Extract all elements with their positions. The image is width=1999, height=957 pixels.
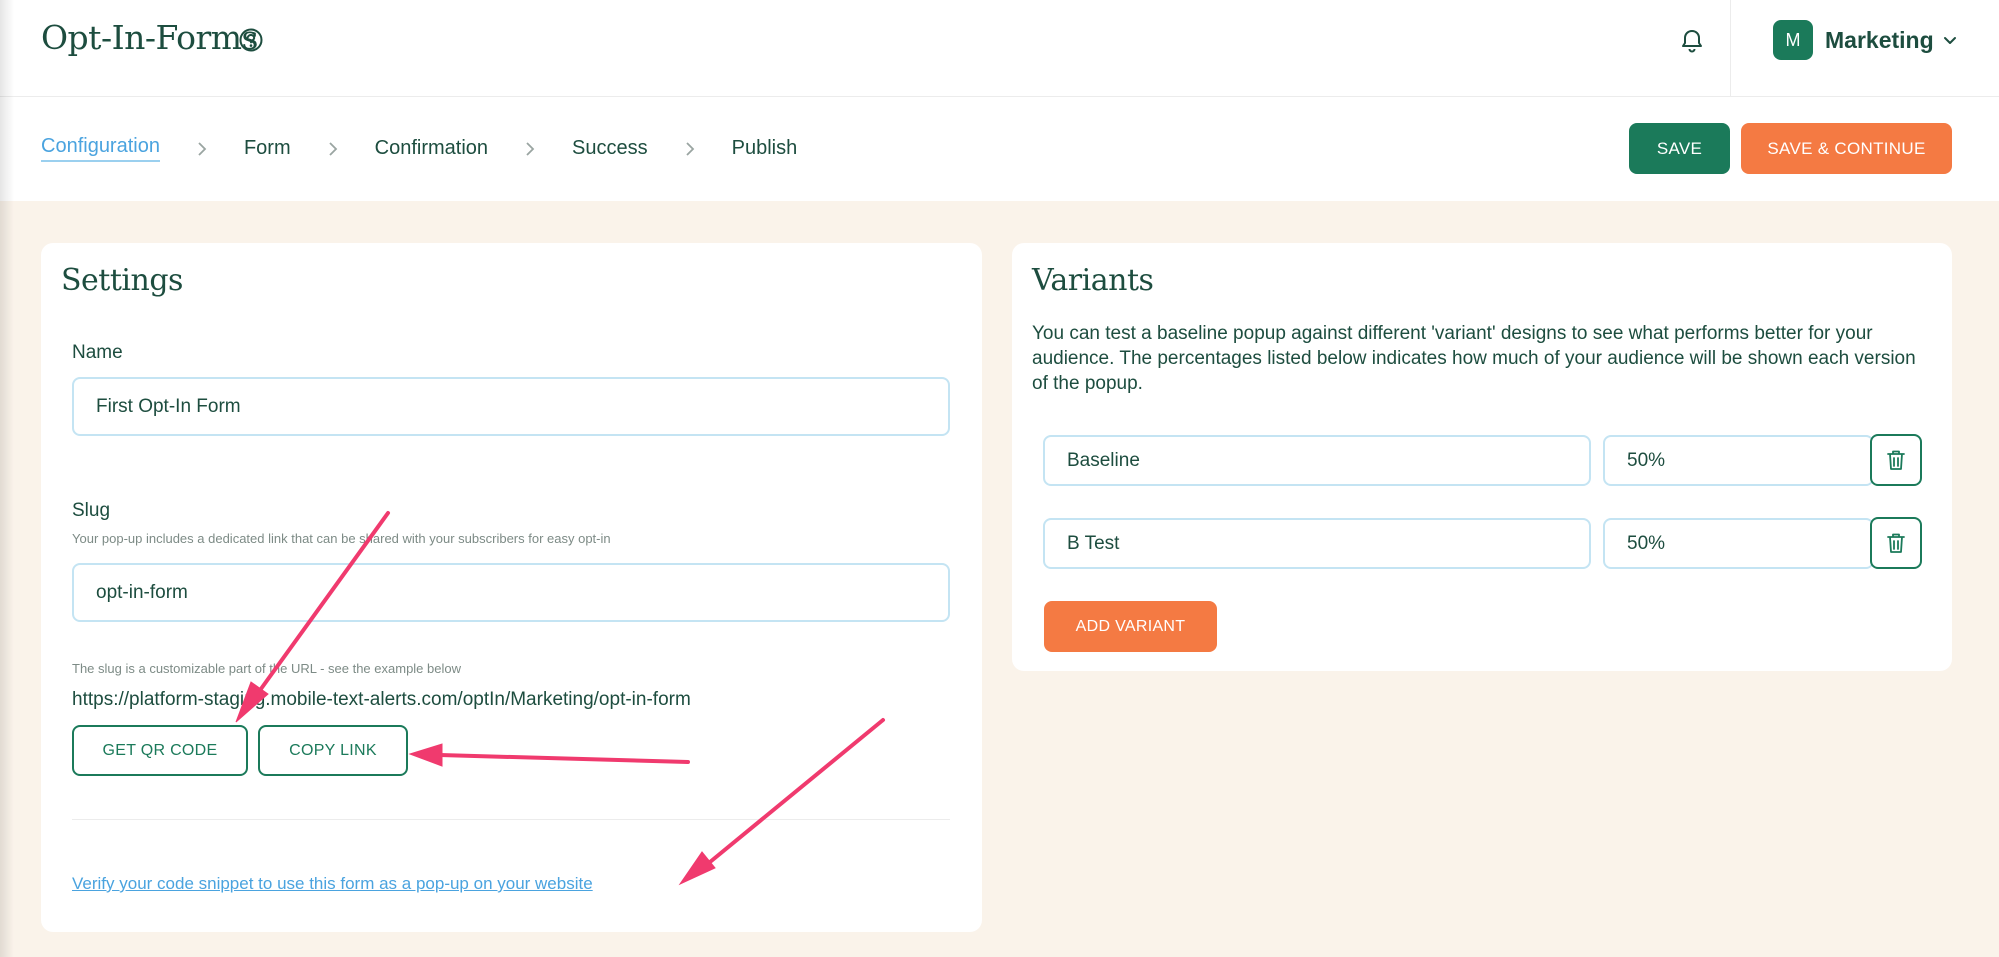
name-input-value: First Opt-In Form bbox=[96, 395, 241, 417]
get-qr-code-button[interactable]: GET QR CODE bbox=[72, 725, 248, 776]
variant-percent-input[interactable]: 50% bbox=[1603, 518, 1874, 569]
slug-input[interactable]: opt-in-form bbox=[72, 563, 950, 622]
variant-name-input[interactable]: Baseline bbox=[1043, 435, 1591, 486]
slug-input-value: opt-in-form bbox=[96, 581, 188, 603]
step-confirmation[interactable]: Confirmation bbox=[375, 137, 488, 160]
top-header: Opt-In-Forms M Marketing bbox=[0, 0, 1999, 97]
step-configuration[interactable]: Configuration bbox=[41, 135, 160, 162]
account-name: Marketing bbox=[1825, 26, 1934, 53]
settings-title: Settings bbox=[61, 263, 183, 298]
save-button[interactable]: SAVE bbox=[1629, 123, 1730, 174]
variants-description: You can test a baseline popup against di… bbox=[1032, 323, 1916, 394]
chevron-right-icon bbox=[526, 141, 535, 156]
chevron-right-icon bbox=[685, 141, 694, 156]
add-variant-button[interactable]: ADD VARIANT bbox=[1044, 601, 1217, 652]
step-form[interactable]: Form bbox=[244, 137, 291, 160]
app-title: Opt-In-Forms bbox=[41, 18, 259, 57]
settings-card: Settings Name First Opt-In Form Slug You… bbox=[41, 243, 982, 932]
variant-percent-value: 50% bbox=[1627, 532, 1666, 554]
bell-icon[interactable] bbox=[1678, 27, 1706, 55]
variants-card: Variants You can test a baseline popup a… bbox=[1012, 243, 1952, 671]
trash-icon bbox=[1887, 450, 1905, 470]
delete-variant-button[interactable] bbox=[1870, 434, 1922, 486]
variant-percent-input[interactable]: 50% bbox=[1603, 435, 1874, 486]
avatar: M bbox=[1773, 20, 1813, 60]
form-url: https://platform-staging.mobile-text-ale… bbox=[72, 689, 691, 710]
slug-help-text: Your pop-up includes a dedicated link th… bbox=[72, 531, 611, 546]
header-divider bbox=[1730, 0, 1731, 96]
chevron-right-icon bbox=[329, 141, 337, 156]
delete-variant-button[interactable] bbox=[1870, 517, 1922, 569]
variant-name-value: B Test bbox=[1067, 532, 1120, 554]
divider bbox=[72, 819, 950, 820]
trash-icon bbox=[1887, 533, 1905, 553]
name-label: Name bbox=[72, 342, 123, 363]
save-and-continue-button[interactable]: SAVE & CONTINUE bbox=[1741, 123, 1952, 174]
copy-link-button[interactable]: COPY LINK bbox=[258, 725, 408, 776]
verify-snippet-link[interactable]: Verify your code snippet to use this for… bbox=[72, 874, 593, 894]
slug-label: Slug bbox=[72, 500, 111, 521]
chevron-down-icon bbox=[1943, 37, 1956, 44]
account-menu[interactable]: M Marketing bbox=[1773, 20, 1958, 60]
slug-note: The slug is a customizable part of the U… bbox=[72, 661, 461, 676]
chevron-right-icon bbox=[198, 141, 207, 156]
help-icon[interactable] bbox=[238, 27, 264, 53]
variant-name-input[interactable]: B Test bbox=[1043, 518, 1591, 569]
variants-title: Variants bbox=[1032, 263, 1154, 298]
step-success[interactable]: Success bbox=[572, 137, 648, 160]
variant-percent-value: 50% bbox=[1627, 449, 1666, 471]
variant-name-value: Baseline bbox=[1067, 449, 1140, 471]
name-input[interactable]: First Opt-In Form bbox=[72, 377, 950, 436]
step-publish[interactable]: Publish bbox=[732, 137, 798, 160]
step-breadcrumb: Configuration Form Confirmation Success … bbox=[41, 135, 797, 162]
